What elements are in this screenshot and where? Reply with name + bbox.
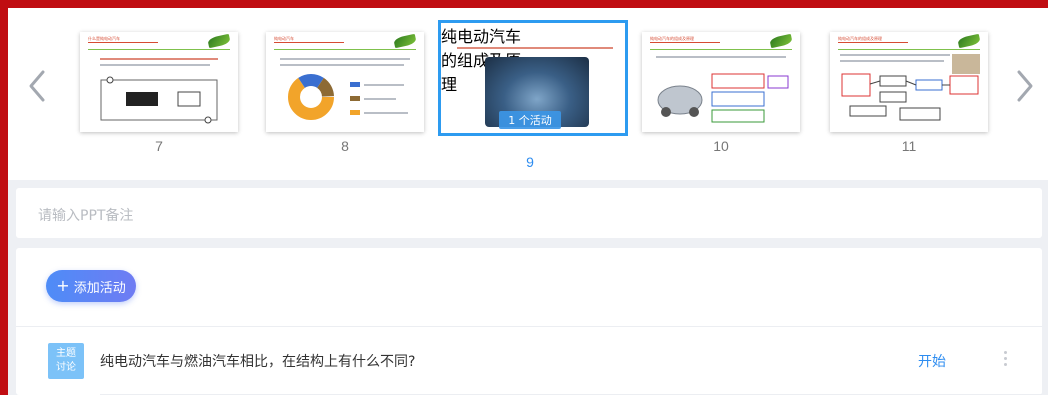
slide-title-bar: 纯电动汽车的组成及原理 (838, 36, 908, 43)
legend-swatch (350, 96, 360, 101)
ppt-notes-input[interactable]: 请输入PPT备注 (16, 188, 1042, 238)
system-diagram (657, 73, 789, 123)
slide-number-9: 9 (526, 154, 534, 170)
prev-slides-button[interactable] (22, 66, 52, 106)
slide-text-line (100, 58, 218, 60)
add-activity-button[interactable]: + 添加活动 (46, 270, 136, 302)
next-slides-button[interactable] (1010, 66, 1040, 106)
notes-placeholder: 请输入PPT备注 (38, 208, 134, 224)
plus-icon: + (56, 276, 70, 295)
legend-swatch (350, 110, 360, 115)
legend-line (364, 112, 408, 114)
add-activity-label: 添加活动 (73, 280, 126, 296)
activity-question: 纯电动汽车与燃油汽车相比，在结构上有什么不同? (100, 354, 416, 370)
activity-count-badge[interactable]: 1 个活动 (499, 111, 561, 129)
slide-text-line (840, 60, 944, 62)
slide-text-line (280, 58, 410, 60)
slide-title-bar: 纯电动汽车的组成及原理 (650, 36, 720, 43)
slide-text-line (457, 47, 613, 49)
slide-text-line (100, 64, 210, 66)
slide-number-8: 8 (341, 138, 349, 154)
slide-number-7: 7 (155, 138, 163, 154)
slide-number-11: 11 (901, 138, 917, 154)
slide-title: 纯电动汽车的组成及原理 (838, 36, 882, 41)
activity-row[interactable]: 主题 讨论 纯电动汽车与燃油汽车相比，在结构上有什么不同? 开始 (16, 327, 1042, 395)
topic-discussion-badge: 主题 讨论 (48, 343, 84, 379)
slide-text-line (280, 64, 404, 66)
legend-swatch (350, 82, 360, 87)
leaf-logo-icon (393, 33, 417, 49)
slide-title: 纯电动汽车的组成及原理 (650, 36, 694, 41)
photo-thumbnail (952, 54, 980, 74)
start-activity-button[interactable]: 开始 (918, 351, 946, 371)
slide-thumbnail-8[interactable]: 纯电动汽车 (266, 32, 424, 132)
leaf-logo-icon (957, 33, 981, 49)
slide-thumbnail-7[interactable]: 什么是纯电动汽车 (80, 32, 238, 132)
slide-rule (274, 49, 416, 50)
circuit-diagram (100, 76, 218, 124)
slide-rule (88, 49, 230, 50)
donut-chart (288, 74, 334, 120)
slide-title-bar: 纯电动汽车 (274, 36, 344, 43)
slide-text-line (840, 54, 950, 56)
slide-thumbnail-11[interactable]: 纯电动汽车的组成及原理 (830, 32, 988, 132)
slide-number-10: 10 (713, 138, 729, 154)
leaf-logo-icon (207, 33, 231, 49)
chevron-right-icon (1017, 70, 1033, 102)
slide-title: 纯电动汽车 (274, 36, 294, 41)
slide-thumbnail-10[interactable]: 纯电动汽车的组成及原理 (642, 32, 800, 132)
slide-rule (650, 49, 792, 50)
slide-rule (838, 49, 980, 50)
flow-diagram (841, 73, 979, 121)
app-frame: 什么是纯电动汽车 7 纯电动汽车 8 纯电动汽车的组成及原理 1 个活动 9 纯… (8, 8, 1048, 395)
slide-title-bar: 什么是纯电动汽车 (88, 36, 158, 43)
slide-title: 什么是纯电动汽车 (88, 36, 120, 41)
badge-line-1: 主题 (56, 348, 76, 359)
more-vertical-icon[interactable] (1002, 351, 1008, 369)
expand-icon[interactable] (601, 107, 615, 121)
slide-strip: 什么是纯电动汽车 7 纯电动汽车 8 纯电动汽车的组成及原理 1 个活动 9 纯… (8, 8, 1048, 180)
activities-panel: + 添加活动 主题 讨论 纯电动汽车与燃油汽车相比，在结构上有什么不同? 开始 (16, 248, 1042, 395)
badge-line-2: 讨论 (56, 362, 76, 373)
legend-line (364, 84, 404, 86)
slide-thumbnail-9-active[interactable]: 纯电动汽车的组成及原理 1 个活动 (438, 20, 628, 136)
legend-line (364, 98, 396, 100)
chevron-left-icon (29, 70, 45, 102)
slide-text-line (656, 56, 786, 58)
leaf-logo-icon (769, 33, 793, 49)
